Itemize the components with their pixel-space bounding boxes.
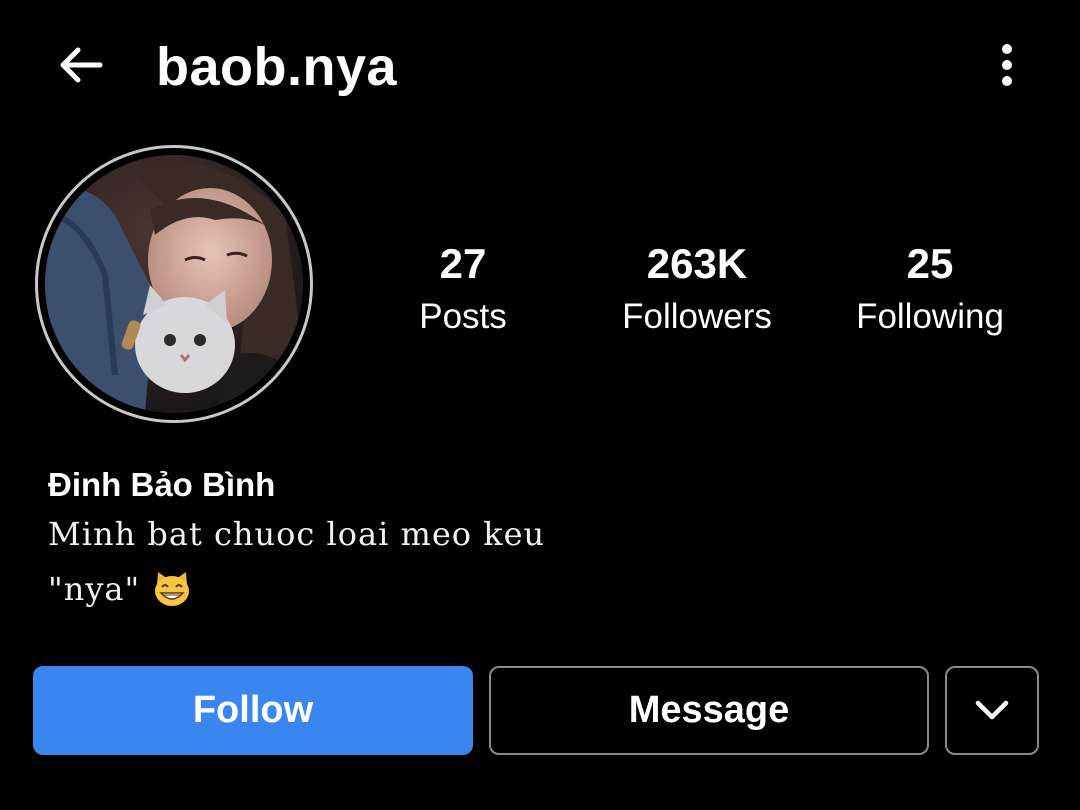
display-name: Đinh Bảo Bình <box>48 466 276 503</box>
chevron-down-icon <box>974 689 1010 732</box>
posts-label: Posts <box>419 297 507 336</box>
bio-line-2-text: "nya" <box>48 570 141 608</box>
message-button[interactable]: Message <box>489 666 929 755</box>
followers-stat[interactable]: 263K Followers <box>587 238 807 340</box>
profile-photo <box>45 155 303 413</box>
follow-button[interactable]: Follow <box>33 666 473 755</box>
profile-username: baob.nya <box>156 37 398 97</box>
posts-count: 27 <box>439 240 487 287</box>
followers-count: 263K <box>646 240 748 287</box>
followers-label: Followers <box>622 297 772 336</box>
avatar-ring[interactable] <box>35 145 313 423</box>
following-label: Following <box>856 297 1004 336</box>
avatar[interactable] <box>45 155 303 413</box>
posts-stat[interactable]: 27 Posts <box>353 238 573 340</box>
following-stat[interactable]: 25 Following <box>820 238 1040 340</box>
more-vertical-icon <box>999 43 1015 92</box>
profile-screen: baob.nya 27 Posts 263K Followers 25 Foll… <box>0 0 1080 810</box>
grinning-cat-emoji-icon <box>152 569 192 609</box>
suggested-accounts-button[interactable] <box>945 666 1039 755</box>
arrow-left-icon <box>56 45 104 90</box>
bio-line-2: "nya" <box>48 567 192 611</box>
more-options-button[interactable] <box>985 40 1029 95</box>
top-bar: baob.nya <box>0 0 1080 135</box>
following-count: 25 <box>906 240 954 287</box>
back-button[interactable] <box>50 40 110 95</box>
bio-line-1: Minh bat chuoc loai meo keu <box>48 515 546 553</box>
